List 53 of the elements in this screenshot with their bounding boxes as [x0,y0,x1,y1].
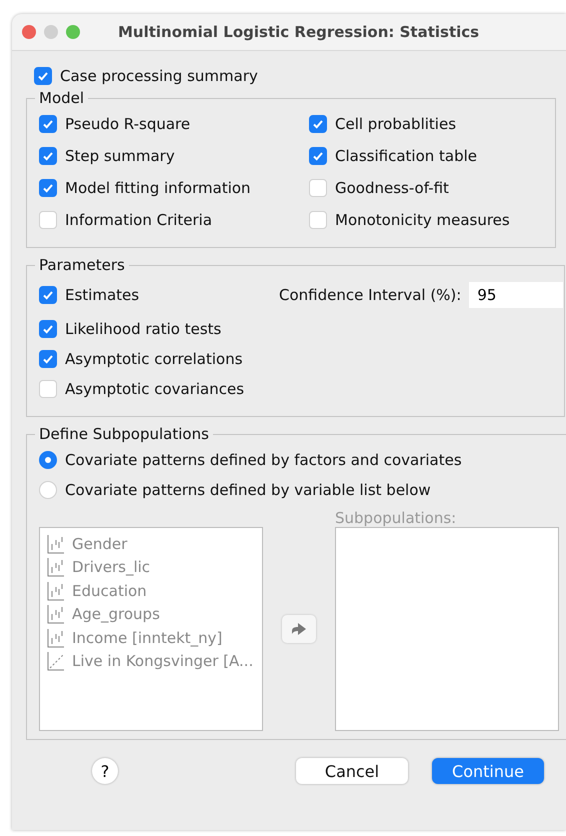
checkbox[interactable] [39,350,57,368]
move-button[interactable] [282,615,316,643]
checkmark-icon [312,150,324,162]
checkbox-label: Pseudo R-square [65,115,190,133]
checkmark-icon [312,118,324,130]
group-title: Define Subpopulations [38,425,210,443]
group-title: Model [38,89,86,107]
checkbox[interactable] [309,147,327,165]
checkbox[interactable] [309,115,327,133]
bar-chart-icon [46,557,66,578]
bar-chart-icon [46,628,66,648]
radio-button[interactable] [39,451,57,469]
checkbox-label: Model fitting information [65,179,251,197]
list-label: Subpopulations: [335,509,458,527]
checkmark-icon [37,70,49,82]
checkbox[interactable] [39,115,57,133]
continue-button[interactable]: Continue [432,758,544,784]
bar-chart-icon [46,580,66,601]
checkbox-label: Step summary [65,147,175,165]
checkmark-icon [42,289,54,301]
checkbox-label: Goodness-of-fit [335,179,449,197]
checkbox[interactable] [39,286,57,304]
checkmark-icon [42,182,54,194]
bar-chart-icon [46,534,66,554]
checkbox[interactable] [39,147,57,165]
checkmark-icon [42,150,54,162]
window-title: Multinomial Logistic Regression: Statistics [118,23,480,41]
help-button[interactable]: ? [92,758,118,784]
checkmark-icon [42,353,54,365]
checkmark-icon [42,323,54,335]
group-title: Parameters [38,256,126,274]
checkbox-label: Asymptotic covariances [65,380,244,398]
arrow-icon [291,622,307,636]
checkbox-label: Monotonicity measures [335,211,510,229]
checkbox[interactable] [34,67,52,85]
confidence-field[interactable]: 95 [469,282,564,308]
checkmark-icon [42,118,54,130]
checkbox[interactable] [39,179,57,197]
checkbox-label: Cell probablities [335,115,456,133]
ruler-icon [46,651,66,672]
close-button[interactable] [22,25,36,39]
checkbox[interactable] [39,320,57,338]
field-label: Confidence Interval (%): [279,286,462,304]
checkbox-label: Information Criteria [65,211,212,229]
radio-label: Covariate patterns defined by variable list below [65,481,431,499]
checkbox-label: Likelihood ratio tests [65,320,222,338]
bar-chart-icon [46,604,66,624]
checkbox-label: Estimates [65,286,140,304]
checkbox-label: Asymptotic correlations [65,350,243,368]
radio-label: Covariate patterns defined by factors and covariates [65,451,462,469]
checkbox-label: Classification table [335,147,478,165]
checkbox-label: Case processing summary [60,67,258,85]
cancel-button[interactable]: Cancel [296,758,408,784]
